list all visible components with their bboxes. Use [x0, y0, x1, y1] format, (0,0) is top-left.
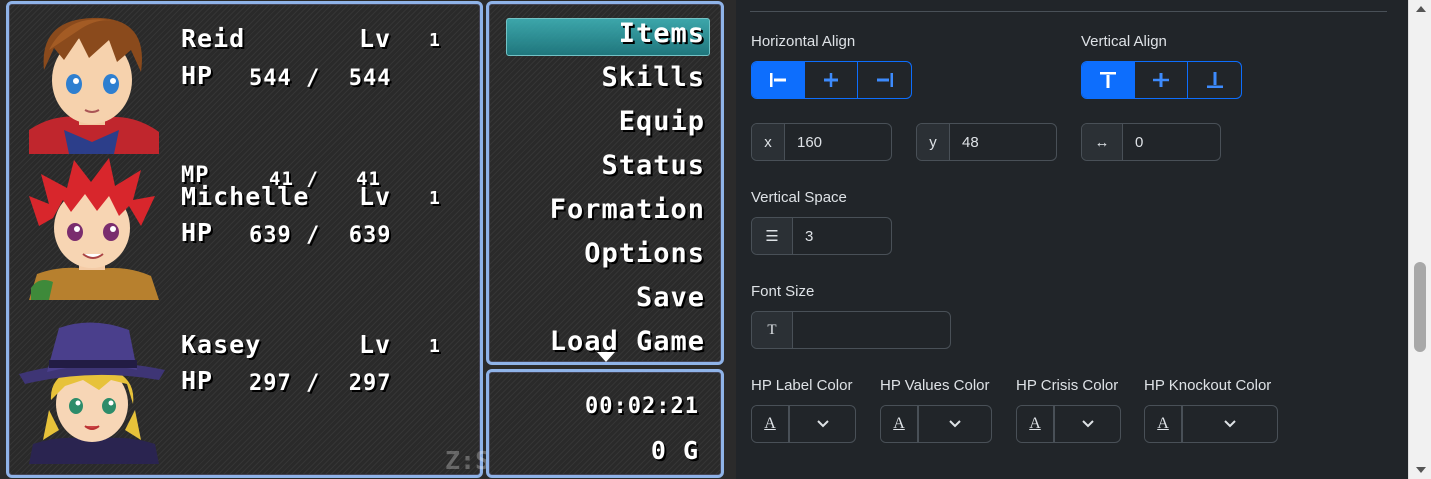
scroll-up-icon[interactable]: [1416, 6, 1426, 12]
horizontal-arrows-icon: ↔: [1082, 124, 1123, 160]
command-options[interactable]: Options: [501, 238, 707, 269]
settings-panel: Horizontal Align Vertical Align x 160 y …: [736, 0, 1408, 479]
vertical-align-label: Vertical Align: [1081, 33, 1167, 50]
command-save[interactable]: Save: [501, 282, 707, 313]
hp-value: 297 / 297: [249, 371, 392, 396]
scroll-down-arrow-icon: [597, 352, 615, 362]
hp-value: 639 / 639: [249, 223, 392, 248]
font-size-value[interactable]: [793, 312, 950, 348]
y-field[interactable]: y 48: [916, 123, 1057, 161]
chevron-down-icon[interactable]: [918, 406, 991, 442]
divider: [750, 11, 1387, 12]
command-equip[interactable]: Equip: [501, 106, 707, 137]
playtime: 00:02:21: [585, 394, 699, 419]
y-value[interactable]: 48: [950, 124, 1056, 160]
michelle-face-portrait: [19, 156, 165, 300]
align-middle-icon: [1153, 73, 1169, 87]
command-skills[interactable]: Skills: [501, 62, 707, 93]
width-value[interactable]: 0: [1123, 124, 1220, 160]
horizontal-align-label: Horizontal Align: [751, 33, 856, 50]
text-color-icon: A: [1157, 415, 1169, 432]
app-root: Reid Lv 1 HP 544 / 544 MP 41 / 41 Michel…: [0, 0, 1431, 479]
level-label: Lv: [359, 330, 392, 359]
align-bottom-icon: [1206, 72, 1223, 88]
x-value[interactable]: 160: [785, 124, 891, 160]
hp-values-color-select[interactable]: A: [880, 405, 992, 443]
font-size-field[interactable]: T: [751, 311, 951, 349]
align-right-icon: [876, 73, 893, 87]
vertical-align-group: [1081, 61, 1242, 99]
actor-reid[interactable]: Reid Lv 1 HP 544 / 544: [9, 4, 479, 156]
align-left-button[interactable]: [752, 62, 805, 98]
align-middle-button[interactable]: [1135, 62, 1188, 98]
game-canvas[interactable]: Reid Lv 1 HP 544 / 544 MP 41 / 41 Michel…: [0, 0, 736, 479]
scrollbar-thumb[interactable]: [1414, 262, 1426, 352]
x-field[interactable]: x 160: [751, 123, 892, 161]
hp-label: HP: [181, 366, 214, 395]
chevron-down-icon[interactable]: [789, 406, 855, 442]
align-left-icon: [770, 73, 786, 87]
hp-knockout-color-select[interactable]: A: [1144, 405, 1278, 443]
hp-crisis-color-select[interactable]: A: [1016, 405, 1121, 443]
align-right-button[interactable]: [858, 62, 911, 98]
kasey-face-portrait: [19, 320, 165, 464]
chevron-down-icon[interactable]: [1182, 406, 1277, 442]
align-bottom-button[interactable]: [1188, 62, 1241, 98]
level-label: Lv: [359, 24, 392, 53]
actor-name: Reid: [181, 24, 246, 53]
align-center-icon: [824, 73, 838, 87]
command-items[interactable]: Items: [501, 18, 707, 49]
hp-value: 544 / 544: [249, 66, 392, 91]
status-window: Reid Lv 1 HP 544 / 544 MP 41 / 41 Michel…: [6, 1, 483, 478]
level-label: Lv: [359, 182, 392, 211]
chevron-down-icon[interactable]: [1054, 406, 1120, 442]
font-size-label: Font Size: [751, 283, 815, 300]
x-label: x: [752, 124, 785, 160]
hp-crisis-color-label: HP Crisis Color: [1016, 377, 1119, 394]
align-top-button[interactable]: [1082, 62, 1135, 98]
lines-icon: ☰: [752, 218, 793, 254]
gold-window: 00:02:21 0 G: [486, 369, 724, 478]
y-label: y: [917, 124, 950, 160]
vertical-space-label: Vertical Space: [751, 189, 847, 206]
text-color-icon: A: [764, 415, 776, 432]
align-center-button[interactable]: [805, 62, 858, 98]
vertical-space-value[interactable]: 3: [793, 218, 891, 254]
command-window: Items Skills Equip Status Formation Opti…: [486, 1, 724, 365]
hp-label: HP: [181, 218, 214, 247]
gold-amount: 0 G: [650, 436, 699, 465]
width-field[interactable]: ↔ 0: [1081, 123, 1221, 161]
vertical-space-field[interactable]: ☰ 3: [751, 217, 892, 255]
align-top-icon: [1100, 72, 1116, 88]
hp-values-color-label: HP Values Color: [880, 377, 990, 394]
hp-label-color-select[interactable]: A: [751, 405, 856, 443]
level-value: 1: [429, 188, 441, 209]
actor-name: Michelle: [181, 182, 310, 211]
text-size-icon: T: [752, 312, 793, 348]
text-color-icon: A: [893, 415, 905, 432]
hp-knockout-color-label: HP Knockout Color: [1144, 377, 1272, 394]
horizontal-align-group: [751, 61, 912, 99]
command-formation[interactable]: Formation: [501, 194, 707, 225]
actor-michelle[interactable]: MP 41 / 41 Michelle Lv 1 HP 639 / 639: [9, 154, 479, 306]
text-color-icon: A: [1029, 415, 1041, 432]
reid-face-portrait: [19, 10, 165, 154]
command-status[interactable]: Status: [501, 150, 707, 181]
page-scrollbar[interactable]: [1408, 0, 1431, 479]
level-value: 1: [429, 30, 441, 51]
scroll-down-icon[interactable]: [1416, 467, 1426, 473]
hp-label-color-label: HP Label Color: [751, 377, 853, 394]
hp-label: HP: [181, 61, 214, 90]
level-value: 1: [429, 336, 441, 357]
actor-name: Kasey: [181, 330, 262, 359]
actor-kasey[interactable]: Kasey Lv 1 HP 297 / 297: [9, 308, 479, 464]
